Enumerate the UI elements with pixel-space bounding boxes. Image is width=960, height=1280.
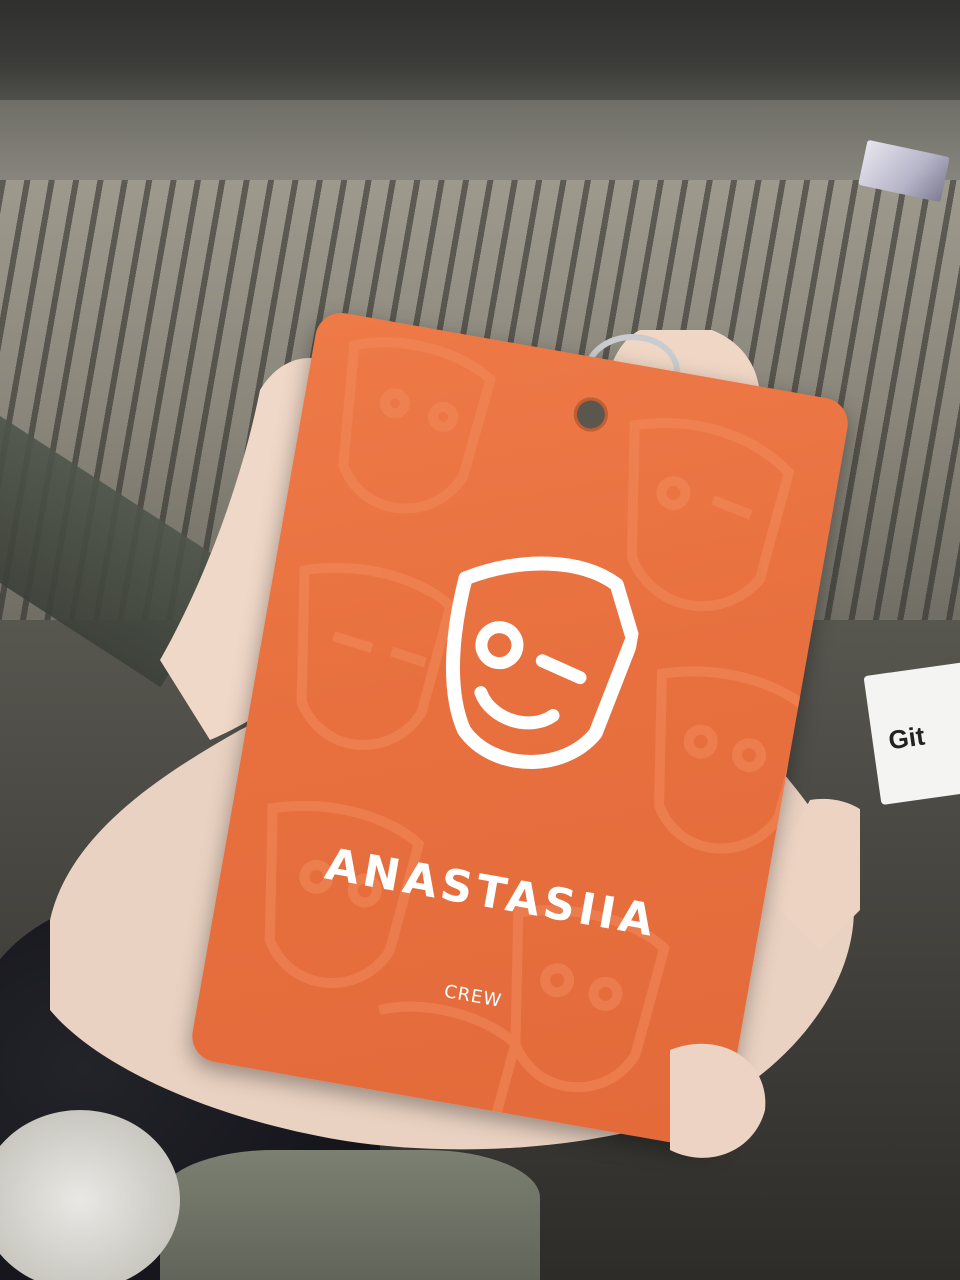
background-tag-text: Git bbox=[886, 720, 927, 756]
winking-shield-mask-icon bbox=[446, 556, 640, 769]
asphalt-background bbox=[0, 0, 960, 110]
photo-scene: Git ANASTASIIA CREW bbox=[0, 0, 960, 1280]
fingertips-over-badge bbox=[670, 1043, 766, 1158]
background-badge-tag: Git bbox=[863, 660, 960, 806]
pavement-strip bbox=[0, 100, 960, 190]
